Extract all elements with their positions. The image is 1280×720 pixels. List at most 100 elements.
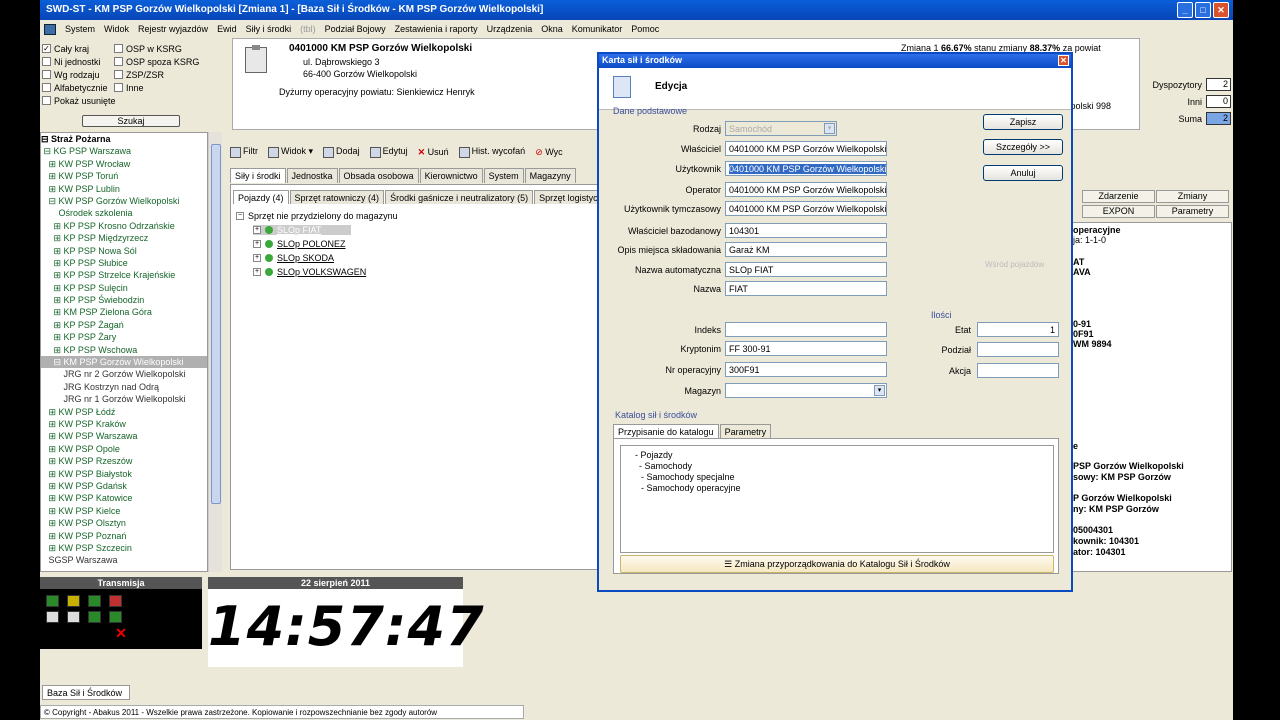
tree-item[interactable]: ⊟ KW PSP Gorzów Wielkopolski	[41, 195, 207, 207]
unit-tree[interactable]: ⊟ Straż Pożarna ⊟ KG PSP Warszawa ⊞ KW P…	[40, 132, 208, 572]
tab-kierownictwo[interactable]: Kierownictwo	[419, 168, 483, 183]
collapse-icon[interactable]: −	[236, 212, 244, 220]
filter-checkbox[interactable]: Ni jednostki	[42, 55, 116, 68]
tree-item[interactable]: ⊞ KW PSP Kraków	[41, 418, 207, 430]
filter-checkbox[interactable]: Wg rodzaju	[42, 68, 116, 81]
tree-item[interactable]: ⊞ KW PSP Gdańsk	[41, 480, 207, 492]
tab-magazyny[interactable]: Magazyny	[524, 168, 576, 183]
tree-item[interactable]: ⊞ KP PSP Wschowa	[41, 344, 207, 356]
tree-item[interactable]: ⊞ KW PSP Łódź	[41, 406, 207, 418]
filter-checkbox[interactable]: ✓ Cały kraj	[42, 42, 116, 55]
save-button[interactable]: Zapisz	[983, 114, 1063, 130]
app-icon[interactable]	[44, 24, 56, 35]
wlasc-bazodanowy-field[interactable]: 104301	[725, 223, 887, 238]
filter-checkbox[interactable]: ZSP/ZSR	[114, 68, 199, 81]
tree-item[interactable]: ⊞ KP PSP Świebodzin	[41, 294, 207, 306]
tab-expon[interactable]: EXPON	[1082, 205, 1155, 218]
tab-parametry[interactable]: Parametry	[1156, 205, 1229, 218]
filter-checkbox[interactable]: Alfabetycznie	[42, 81, 116, 94]
d-icon[interactable]	[46, 611, 59, 623]
tree-item[interactable]: JRG Kostrzyn nad Odrą	[41, 381, 207, 393]
forward-icon[interactable]	[88, 595, 101, 607]
checkbox-icon[interactable]	[42, 57, 51, 66]
filter-checkbox[interactable]: OSP w KSRG	[114, 42, 199, 55]
menu-widok[interactable]: Widok	[104, 24, 129, 35]
tab-zdarzenie[interactable]: Zdarzenie	[1082, 190, 1155, 203]
tree-item[interactable]: ⊞ KP PSP Żagań	[41, 319, 207, 331]
checkbox-icon[interactable]	[114, 83, 123, 92]
tree-item[interactable]: ⊞ KW PSP Katowice	[41, 492, 207, 504]
tree-item[interactable]: ⊞ KW PSP Olsztyn	[41, 517, 207, 529]
filter-checkbox[interactable]: OSP spoza KSRG	[114, 55, 199, 68]
tree-item[interactable]: ⊞ KW PSP Opole	[41, 443, 207, 455]
checkbox-icon[interactable]	[42, 96, 51, 105]
tree-item[interactable]: ⊞ KP PSP Nowa Sól	[41, 245, 207, 257]
opis-miejsca-field[interactable]: Garaż KM	[725, 242, 887, 257]
list-item[interactable]: + SLOp SKODA	[253, 253, 334, 263]
tree-item[interactable]: ⊞ KP PSP Krosno Odrzańskie	[41, 220, 207, 232]
subtab-sprzet[interactable]: Sprzęt ratowniczy (4)	[289, 190, 385, 204]
nazwa-auto-field[interactable]: SLOp FIAT	[725, 262, 887, 277]
checkbox-icon[interactable]	[42, 70, 51, 79]
tab-parametry-catalog[interactable]: Parametry	[719, 424, 772, 439]
filter-checkbox[interactable]: Pokaż usunięte	[42, 94, 116, 107]
history-button[interactable]: Hist. wycofań	[458, 146, 525, 158]
operator-field[interactable]: 0401000 KM PSP Gorzów Wielkopolski	[725, 182, 887, 197]
withdraw-button[interactable]: ⊘ Wyc	[535, 147, 562, 158]
doc-icon[interactable]	[67, 611, 80, 623]
menu-komunikator[interactable]: Komunikator	[572, 24, 623, 35]
add-button[interactable]: Dodaj	[323, 146, 360, 158]
tree-scrollbar[interactable]	[208, 132, 222, 572]
chevron-down-icon[interactable]: ▾	[874, 385, 885, 396]
magazyn-select[interactable]: ▾	[725, 383, 887, 398]
tree-item[interactable]: ⊞ KP PSP Żary	[41, 331, 207, 343]
minimize-button[interactable]: _	[1177, 2, 1193, 18]
menu-zestawienia[interactable]: Zestawienia i raporty	[395, 24, 478, 35]
tab-jednostka[interactable]: Jednostka	[286, 168, 338, 183]
tree-item[interactable]: ⊞ KW PSP Rzeszów	[41, 455, 207, 467]
tree-item[interactable]: ⊞ KW PSP Białystok	[41, 468, 207, 480]
tree-item[interactable]: ⊟ KG PSP Warszawa	[41, 145, 207, 157]
tree-item[interactable]: ⊞ KP PSP Słubice	[41, 257, 207, 269]
tree-item[interactable]: JRG nr 1 Gorzów Wielkopolski	[41, 393, 207, 405]
close-button[interactable]: ✕	[1213, 2, 1229, 18]
search-button[interactable]: Szukaj	[82, 115, 180, 127]
menu-tbl[interactable]: (tbl)	[300, 24, 316, 35]
tab-system[interactable]: System	[483, 168, 524, 183]
play-icon[interactable]	[46, 595, 59, 607]
change-catalog-button[interactable]: ☰ Zmiana przyporządkowania do Katalogu S…	[620, 555, 1054, 573]
expand-icon[interactable]: +	[253, 226, 261, 234]
subtab-srodki[interactable]: Środki gaśnicze i neutralizatory (5)	[385, 190, 534, 204]
list-item[interactable]: + SLOp FIAT	[253, 225, 352, 235]
tab-przypisanie[interactable]: Przypisanie do katalogu	[613, 424, 719, 439]
tree-item[interactable]: ⊞ KW PSP Poznań	[41, 530, 207, 542]
expand-icon[interactable]: +	[253, 254, 261, 262]
cancel-button[interactable]: Anuluj	[983, 165, 1063, 181]
details-button[interactable]: Szczegóły >>	[983, 139, 1063, 155]
bottom-tab[interactable]: Baza Sił i Środków	[42, 685, 130, 700]
tab-obsada[interactable]: Obsada osobowa	[338, 168, 419, 183]
tree-item[interactable]: ⊟ KM PSP Gorzów Wielkopolski	[41, 356, 207, 369]
signal-icon[interactable]	[88, 611, 101, 623]
catalog-tree[interactable]: - Pojazdy - Samochody - Samochody specja…	[620, 445, 1054, 553]
akcja-field[interactable]	[977, 363, 1059, 378]
expand-icon[interactable]: +	[253, 240, 261, 248]
subtab-pojazdy[interactable]: Pojazdy (4)	[233, 190, 289, 204]
tree-item[interactable]: ⊞ KW PSP Wrocław	[41, 158, 207, 170]
menu-rejestr[interactable]: Rejestr wyjazdów	[138, 24, 208, 35]
filter-checkbox[interactable]: Inne	[114, 81, 199, 94]
tree-item[interactable]: SGSP Warszawa	[41, 554, 207, 566]
tree-item[interactable]: ⊟ Straż Pożarna	[41, 133, 207, 145]
etat-field[interactable]: 1	[977, 322, 1059, 337]
checkbox-icon[interactable]	[114, 70, 123, 79]
delete-button[interactable]: ✕ Usuń	[418, 147, 449, 158]
menu-sily[interactable]: Siły i środki	[246, 24, 292, 35]
uzyt-tymczasowy-field[interactable]: 0401000 KM PSP Gorzów Wielkopolski	[725, 201, 887, 216]
tab-zmiany[interactable]: Zmiany	[1156, 190, 1229, 203]
tree-item[interactable]: ⊞ KP PSP Strzelce Krajeńskie	[41, 269, 207, 281]
checkbox-icon[interactable]	[42, 83, 51, 92]
menu-system[interactable]: System	[65, 24, 95, 35]
pause-icon[interactable]	[67, 595, 80, 607]
tree-item[interactable]: ⊞ KM PSP Zielona Góra	[41, 306, 207, 318]
tree-item[interactable]: ⊞ KW PSP Kielce	[41, 505, 207, 517]
